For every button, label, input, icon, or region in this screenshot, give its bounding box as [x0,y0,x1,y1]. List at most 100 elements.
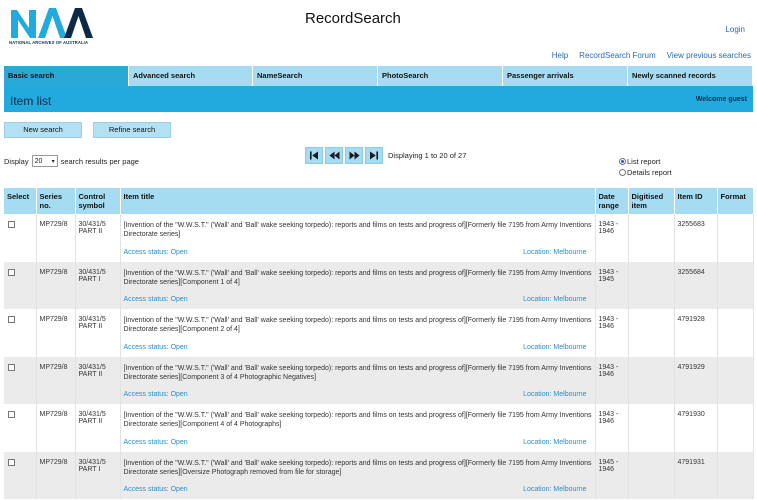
digitised-item [628,261,675,309]
access-status[interactable]: Access status: Open [124,439,188,446]
digitised-item [628,309,675,357]
select-checkbox[interactable] [8,221,15,228]
results-table: Select Series no. Control symbol Item ti… [4,188,754,499]
next-page-icon [349,151,359,160]
table-row: MP729/8 30/431/5 PART II [Invention of t… [4,356,754,404]
table-row: MP729/8 30/431/5 PART I [Invention of th… [4,261,754,309]
first-page-button[interactable] [305,147,323,164]
select-checkbox[interactable] [8,411,15,418]
series-no[interactable]: MP729/8 [36,309,76,357]
chevron-down-icon: ▾ [51,158,55,165]
control-symbol: 30/431/5 PART I [75,451,121,499]
col-digitised-item: Digitised item [628,188,675,214]
details-report-radio[interactable] [619,169,626,176]
page-title: Item list [10,94,52,108]
tab-namesearch[interactable]: NameSearch [253,66,378,86]
item-id: 4791928 [674,309,718,357]
table-row: MP729/8 30/431/5 PART II [Invention of t… [4,214,754,262]
select-checkbox[interactable] [8,363,15,371]
previous-page-button[interactable] [325,147,343,164]
app-title: RecordSearch [305,10,401,27]
details-report-option[interactable]: Details report [619,168,672,177]
series-no[interactable]: MP729/8 [36,214,76,262]
next-page-button[interactable] [345,147,363,164]
date-range: 1943 - 1946 [595,214,629,262]
item-title[interactable]: [Invention of the "W.W.S.T." ('Wall' and… [124,459,592,477]
location[interactable]: Location: Melbourne [523,296,586,303]
last-page-icon [370,151,378,160]
series-no[interactable]: MP729/8 [36,451,76,499]
recordsearch-forum-link[interactable]: RecordSearch Forum [579,51,655,60]
list-report-label: List report [627,157,661,166]
help-link[interactable]: Help [552,51,568,60]
control-symbol: 30/431/5 PART II [75,214,121,262]
tab-newly-scanned-records[interactable]: Newly scanned records [628,66,753,86]
table-header-row: Select Series no. Control symbol Item ti… [4,188,754,214]
item-id: 4791930 [674,404,718,452]
table-row: MP729/8 30/431/5 PART II [Invention of t… [4,309,754,357]
naa-logo-mark [11,8,93,38]
date-range: 1945 - 1946 [595,451,629,499]
series-no[interactable]: MP729/8 [36,261,76,309]
refine-search-button[interactable]: Refine search [93,122,171,138]
item-title[interactable]: [Invention of the "W.W.S.T." ('Wall' and… [124,316,592,334]
new-search-button[interactable]: New search [4,122,82,138]
location[interactable]: Location: Melbourne [523,486,586,493]
select-checkbox[interactable] [8,316,15,323]
per-page-value: 20 [34,157,43,165]
access-status[interactable]: Access status: Open [124,249,188,256]
date-range: 1943 - 1945 [595,261,629,309]
last-page-button[interactable] [365,147,383,164]
digitised-item [628,214,675,262]
item-title-cell: [Invention of the "W.W.S.T." ('Wall' and… [120,309,596,357]
item-title[interactable]: [Invention of the "W.W.S.T." ('Wall' and… [124,411,592,429]
location[interactable]: Location: Melbourne [523,344,586,351]
access-status[interactable]: Access status: Open [124,486,188,493]
col-date-range: Date range [595,188,629,214]
login-link[interactable]: Login [725,25,745,34]
format [717,404,754,452]
item-title[interactable]: [Invention of the "W.W.S.T." ('Wall' and… [124,269,592,287]
naa-logo[interactable]: NATIONAL ARCHIVES OF AUSTRALIA [9,4,95,50]
list-report-radio[interactable] [619,158,626,165]
item-list-banner: Item list Welcome guest [4,86,753,112]
displaying-count: Displaying 1 to 20 of 27 [388,151,467,160]
previous-page-icon [329,151,339,160]
per-page-select[interactable]: 20 ▾ [31,155,58,167]
access-status[interactable]: Access status: Open [124,296,188,303]
location[interactable]: Location: Melbourne [523,439,586,446]
item-title[interactable]: [Invention of the "W.W.S.T." ('Wall' and… [124,364,592,382]
control-symbol: 30/431/5 PART I [75,261,121,309]
view-previous-searches-link[interactable]: View previous searches [667,51,751,60]
per-page-suffix: search results per page [60,156,139,166]
series-no[interactable]: MP729/8 [36,404,76,452]
results-per-page-control: Display 20 ▾ search results per page [4,155,139,167]
tab-photosearch[interactable]: PhotoSearch [378,66,503,86]
format [717,451,754,499]
tab-passenger-arrivals[interactable]: Passenger arrivals [503,66,628,86]
digitised-item [628,451,675,499]
details-report-label: Details report [627,168,672,177]
location[interactable]: Location: Melbourne [523,391,586,398]
format [717,356,754,404]
series-no[interactable]: MP729/8 [36,356,76,404]
date-range: 1943 - 1946 [595,404,629,452]
access-status[interactable]: Access status: Open [124,391,188,398]
list-report-option[interactable]: List report [619,157,660,166]
location[interactable]: Location: Melbourne [523,249,586,256]
digitised-item [628,404,675,452]
item-id: 4791929 [674,356,718,404]
col-item-id: Item ID [674,188,718,214]
access-status[interactable]: Access status: Open [124,344,188,351]
item-title-cell: [Invention of the "W.W.S.T." ('Wall' and… [120,261,596,309]
select-checkbox[interactable] [8,458,15,466]
select-checkbox[interactable] [8,268,15,276]
top-links: Help RecordSearch Forum View previous se… [552,51,751,60]
first-page-icon [310,151,318,160]
item-title[interactable]: [Invention of the "W.W.S.T." ('Wall' and… [124,221,592,239]
tab-basic-search[interactable]: Basic search [4,66,129,86]
item-id: 3255683 [674,214,718,262]
col-item-title: Item title [120,188,596,214]
tab-advanced-search[interactable]: Advanced search [129,66,253,86]
pagination [305,147,383,164]
